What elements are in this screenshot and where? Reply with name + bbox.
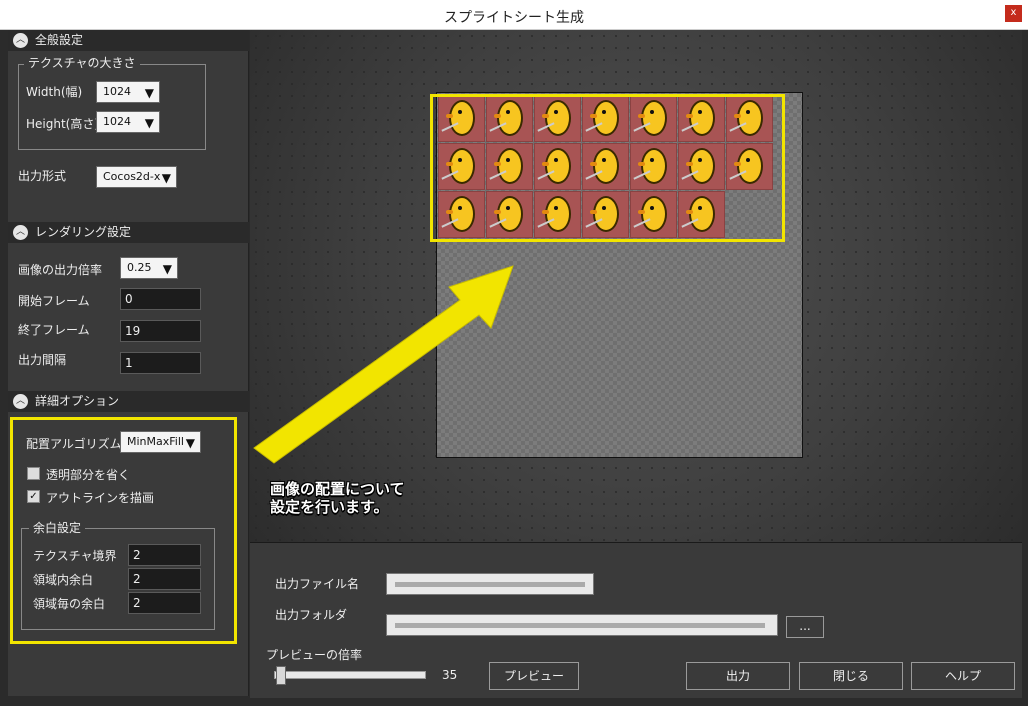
dropdown-arrow-icon: ▼ bbox=[144, 86, 154, 100]
format-dropdown[interactable]: Cocos2d-x ▼ bbox=[96, 166, 177, 188]
arrow-icon bbox=[253, 265, 514, 464]
zoom-label: プレビューの倍率 bbox=[266, 648, 363, 662]
height-label: Height(高さ) bbox=[26, 117, 100, 131]
output-folder-label: 出力フォルダ bbox=[275, 608, 348, 622]
help-button[interactable]: ヘルプ bbox=[911, 662, 1015, 690]
chevron-up-icon[interactable]: ︿ bbox=[13, 33, 28, 48]
section-title: レンダリング設定 bbox=[35, 225, 132, 239]
dropdown-arrow-icon: ▼ bbox=[144, 116, 154, 130]
window-title: スプライトシート生成 bbox=[444, 10, 584, 26]
format-label: 出力形式 bbox=[18, 169, 67, 183]
scale-label: 画像の出力倍率 bbox=[18, 263, 103, 277]
preview-button[interactable]: プレビュー bbox=[489, 662, 579, 690]
close-button[interactable]: 閉じる bbox=[799, 662, 903, 690]
title-bar: スプライトシート生成 x bbox=[0, 0, 1028, 30]
annotation-line-2: 設定を行います。 bbox=[270, 498, 389, 516]
browse-button[interactable]: ... bbox=[786, 616, 824, 638]
annotation-line-1: 画像の配置について bbox=[270, 480, 405, 498]
format-value: Cocos2d-x bbox=[103, 170, 161, 183]
texture-size-group bbox=[18, 64, 206, 150]
interval-input[interactable]: 1 bbox=[120, 352, 201, 374]
start-frame-label: 開始フレーム bbox=[18, 294, 90, 308]
output-file-input[interactable] bbox=[386, 573, 594, 595]
annotation-text: 画像の配置について 設定を行います。 bbox=[270, 480, 405, 516]
zoom-slider-thumb[interactable] bbox=[276, 666, 286, 685]
group-label: テクスチャの大きさ bbox=[24, 54, 140, 71]
scale-value: 0.25 bbox=[127, 261, 152, 274]
height-value: 1024 bbox=[103, 115, 131, 128]
output-file-label: 出力ファイル名 bbox=[275, 577, 360, 591]
start-frame-input[interactable]: 0 bbox=[120, 288, 201, 310]
chevron-up-icon[interactable]: ︿ bbox=[13, 225, 28, 240]
height-dropdown[interactable]: 1024 ▼ bbox=[96, 111, 160, 133]
highlight-box-sprites bbox=[430, 94, 785, 242]
end-frame-label: 終了フレーム bbox=[18, 323, 90, 337]
width-label: Width(幅) bbox=[26, 85, 83, 99]
width-dropdown[interactable]: 1024 ▼ bbox=[96, 81, 160, 103]
zoom-value: 35 bbox=[442, 668, 458, 682]
chevron-up-icon[interactable]: ︿ bbox=[13, 394, 28, 409]
scale-dropdown[interactable]: 0.25 ▼ bbox=[120, 257, 178, 279]
section-header-general[interactable]: ︿ 全般設定 bbox=[8, 30, 249, 51]
dropdown-arrow-icon: ▼ bbox=[161, 171, 171, 185]
zoom-slider-track[interactable] bbox=[274, 671, 426, 679]
section-title: 詳細オプション bbox=[35, 394, 120, 408]
interval-label: 出力間隔 bbox=[18, 353, 67, 367]
end-frame-input[interactable]: 19 bbox=[120, 320, 201, 342]
dropdown-arrow-icon: ▼ bbox=[162, 262, 172, 276]
section-title: 全般設定 bbox=[35, 33, 84, 47]
width-value: 1024 bbox=[103, 85, 131, 98]
close-window-button[interactable]: x bbox=[1005, 5, 1022, 22]
section-header-rendering[interactable]: ︿ レンダリング設定 bbox=[8, 222, 249, 243]
output-folder-input[interactable] bbox=[386, 614, 778, 636]
section-header-details[interactable]: ︿ 詳細オプション bbox=[8, 391, 249, 412]
export-button[interactable]: 出力 bbox=[686, 662, 790, 690]
highlight-box-details bbox=[10, 417, 237, 644]
